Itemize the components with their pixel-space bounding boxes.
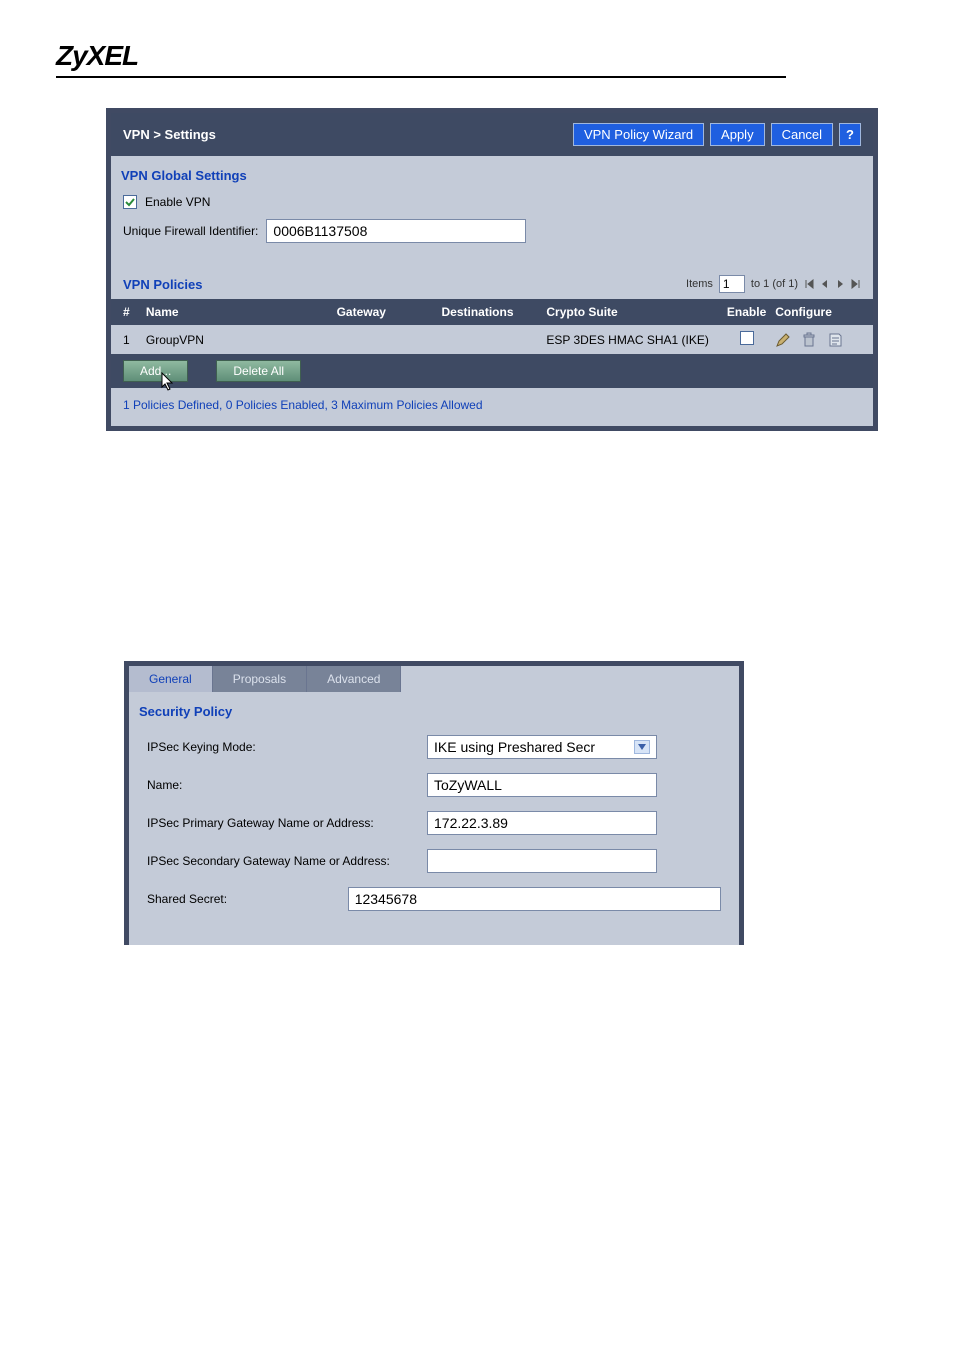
policies-footer: 1 Policies Defined, 0 Policies Enabled, … xyxy=(111,388,873,426)
shared-secret-input[interactable] xyxy=(348,887,721,911)
tab-proposals[interactable]: Proposals xyxy=(213,666,307,692)
table-header: # Name Gateway Destinations Crypto Suite… xyxy=(111,299,873,325)
cancel-button[interactable]: Cancel xyxy=(771,123,833,146)
col-destinations: Destinations xyxy=(441,305,546,319)
security-policy-title: Security Policy xyxy=(129,692,739,725)
policies-table: # Name Gateway Destinations Crypto Suite… xyxy=(111,299,873,388)
pager-last-icon[interactable] xyxy=(849,278,861,290)
edit-icon[interactable] xyxy=(775,332,791,348)
vpn-policies-title: VPN Policies xyxy=(123,277,202,292)
pager-prev-icon[interactable] xyxy=(819,278,831,290)
row-enable-checkbox[interactable] xyxy=(740,331,754,345)
pager-range-text: to 1 (of 1) xyxy=(751,278,798,290)
table-action-row: Add... Delete All xyxy=(111,354,873,388)
col-num: # xyxy=(123,305,146,319)
row-name: GroupVPN xyxy=(146,333,337,347)
secondary-gw-label: IPSec Secondary Gateway Name or Address: xyxy=(147,854,427,868)
primary-gw-label: IPSec Primary Gateway Name or Address: xyxy=(147,816,427,830)
delete-all-button[interactable]: Delete All xyxy=(216,360,301,382)
col-gateway: Gateway xyxy=(337,305,442,319)
pager-next-icon[interactable] xyxy=(834,278,846,290)
add-button[interactable]: Add... xyxy=(123,360,188,382)
vpn-settings-panel: VPN > Settings VPN Policy Wizard Apply C… xyxy=(106,108,878,431)
col-name: Name xyxy=(146,305,337,319)
trash-icon[interactable] xyxy=(801,332,817,348)
breadcrumb: VPN > Settings xyxy=(123,127,216,142)
chevron-down-icon xyxy=(634,740,650,754)
table-row: 1 GroupVPN ESP 3DES HMAC SHA1 (IKE) xyxy=(111,325,873,354)
tab-advanced[interactable]: Advanced xyxy=(307,666,401,692)
shared-secret-label: Shared Secret: xyxy=(147,892,348,906)
row-num: 1 xyxy=(123,333,146,347)
pager-items-label: Items xyxy=(686,278,713,290)
security-policy-panel: General Proposals Advanced Security Poli… xyxy=(124,661,744,945)
ufi-label: Unique Firewall Identifier: xyxy=(123,224,258,238)
brand-logo: ZyXEL xyxy=(56,40,954,72)
tabs: General Proposals Advanced xyxy=(129,666,739,692)
check-icon xyxy=(124,196,136,208)
col-configure: Configure xyxy=(775,305,861,319)
divider xyxy=(56,76,786,78)
name-label: Name: xyxy=(147,778,427,792)
apply-button[interactable]: Apply xyxy=(710,123,765,146)
panel-header: VPN > Settings VPN Policy Wizard Apply C… xyxy=(111,113,873,156)
secondary-gw-input[interactable] xyxy=(427,849,657,873)
vpn-policy-wizard-button[interactable]: VPN Policy Wizard xyxy=(573,123,704,146)
col-enable: Enable xyxy=(718,305,775,319)
pager: Items to 1 (of 1) xyxy=(686,275,861,293)
global-settings-title: VPN Global Settings xyxy=(111,156,873,189)
enable-vpn-label: Enable VPN xyxy=(145,195,210,209)
keying-mode-value: IKE using Preshared Secr xyxy=(434,739,595,755)
pager-first-icon[interactable] xyxy=(804,278,816,290)
col-crypto: Crypto Suite xyxy=(546,305,718,319)
ufi-input[interactable] xyxy=(266,219,526,243)
name-input[interactable] xyxy=(427,773,657,797)
help-button[interactable]: ? xyxy=(839,123,861,146)
row-crypto: ESP 3DES HMAC SHA1 (IKE) xyxy=(546,333,718,347)
keying-mode-label: IPSec Keying Mode: xyxy=(147,740,427,754)
primary-gw-input[interactable] xyxy=(427,811,657,835)
tab-general[interactable]: General xyxy=(129,666,213,692)
enable-vpn-checkbox[interactable] xyxy=(123,195,137,209)
pager-page-input[interactable] xyxy=(719,275,745,293)
keying-mode-select[interactable]: IKE using Preshared Secr xyxy=(427,735,657,759)
notepad-icon[interactable] xyxy=(827,332,843,348)
